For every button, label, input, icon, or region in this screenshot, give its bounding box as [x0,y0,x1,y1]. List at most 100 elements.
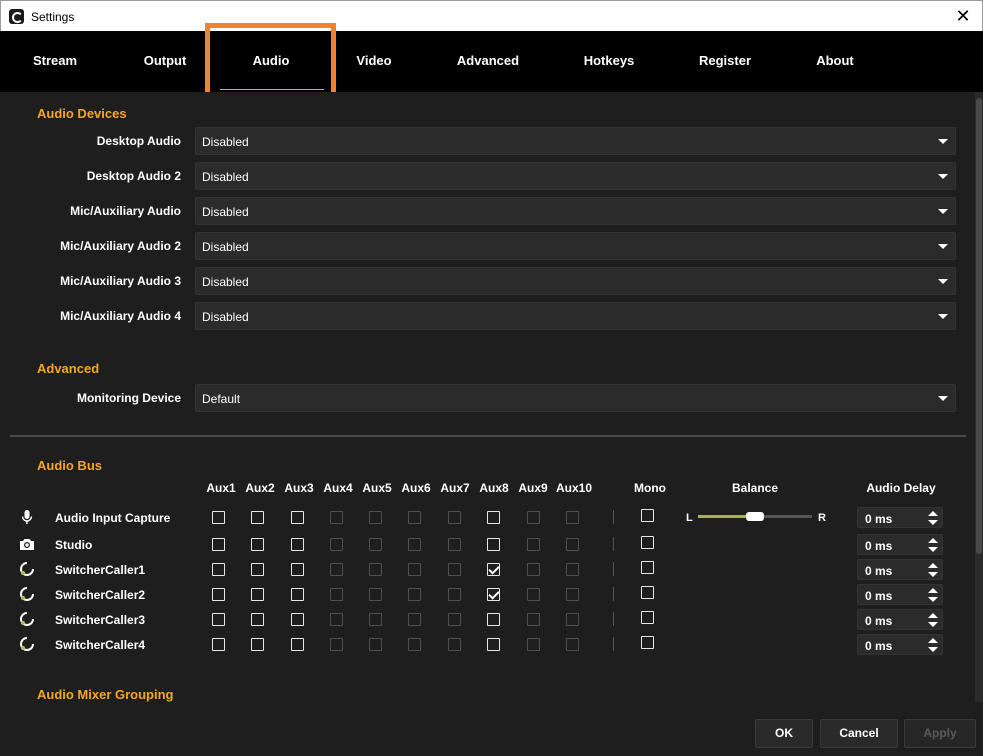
aux7-checkbox[interactable] [448,613,461,626]
aux4-checkbox[interactable] [330,563,343,576]
desktop-audio-2-select[interactable]: Disabled [195,162,956,190]
aux1-checkbox[interactable] [212,538,225,551]
balance-slider-handle[interactable] [746,512,764,521]
aux4-checkbox[interactable] [330,511,343,524]
mic-aux-audio-2-select[interactable]: Disabled [195,232,956,260]
aux5-checkbox[interactable] [369,588,382,601]
vertical-scrollbar[interactable] [975,92,983,702]
audio-delay-spinbox[interactable]: 0 ms [857,609,943,630]
chevron-up-icon[interactable] [928,638,938,643]
aux6-checkbox[interactable] [408,588,421,601]
mono-checkbox[interactable] [641,611,654,624]
chevron-up-icon[interactable] [928,511,938,516]
aux8-checkbox[interactable] [487,511,500,524]
tab-output[interactable]: Output [125,31,205,92]
aux3-checkbox[interactable] [291,563,304,576]
aux8-checkbox[interactable] [487,638,500,651]
close-icon[interactable]: ✕ [952,5,974,27]
audio-delay-spinbox[interactable]: 0 ms [857,507,943,528]
tab-register[interactable]: Register [680,31,770,92]
mic-aux-audio-select[interactable]: Disabled [195,197,956,225]
tab-stream[interactable]: Stream [15,31,95,92]
aux5-checkbox[interactable] [369,511,382,524]
aux9-checkbox[interactable] [527,638,540,651]
chevron-up-icon[interactable] [928,538,938,543]
aux2-checkbox[interactable] [251,638,264,651]
aux3-checkbox[interactable] [291,588,304,601]
audio-delay-spinbox[interactable]: 0 ms [857,534,943,555]
aux6-checkbox[interactable] [408,563,421,576]
chevron-down-icon[interactable] [928,597,938,602]
desktop-audio-select[interactable]: Disabled [195,127,956,155]
mono-checkbox[interactable] [641,561,654,574]
aux2-checkbox[interactable] [251,588,264,601]
aux1-checkbox[interactable] [212,588,225,601]
aux10-checkbox[interactable] [566,638,579,651]
aux6-checkbox[interactable] [408,511,421,524]
aux4-checkbox[interactable] [330,538,343,551]
chevron-down-icon[interactable] [928,622,938,627]
aux4-checkbox[interactable] [330,588,343,601]
mono-checkbox[interactable] [641,586,654,599]
aux10-checkbox[interactable] [566,613,579,626]
aux7-checkbox[interactable] [448,638,461,651]
aux9-checkbox[interactable] [527,588,540,601]
aux7-checkbox[interactable] [448,588,461,601]
aux6-checkbox[interactable] [408,538,421,551]
monitoring-device-select[interactable]: Default [195,384,956,412]
aux5-checkbox[interactable] [369,613,382,626]
aux8-checkbox[interactable] [487,538,500,551]
chevron-down-icon[interactable] [928,547,938,552]
aux1-checkbox[interactable] [212,563,225,576]
aux2-checkbox[interactable] [251,538,264,551]
chevron-down-icon[interactable] [928,572,938,577]
aux8-checkbox[interactable] [487,613,500,626]
aux1-checkbox[interactable] [212,613,225,626]
aux10-checkbox[interactable] [566,588,579,601]
aux10-checkbox[interactable] [566,563,579,576]
aux2-checkbox[interactable] [251,613,264,626]
aux4-checkbox[interactable] [330,613,343,626]
chevron-up-icon[interactable] [928,588,938,593]
aux5-checkbox[interactable] [369,638,382,651]
chevron-down-icon[interactable] [928,647,938,652]
tab-audio[interactable]: Audio [231,31,311,92]
aux3-checkbox[interactable] [291,538,304,551]
aux9-checkbox[interactable] [527,511,540,524]
cancel-button[interactable]: Cancel [820,719,898,748]
audio-delay-spinbox[interactable]: 0 ms [857,559,943,580]
aux3-checkbox[interactable] [291,613,304,626]
chevron-up-icon[interactable] [928,613,938,618]
aux5-checkbox[interactable] [369,563,382,576]
aux7-checkbox[interactable] [448,511,461,524]
aux3-checkbox[interactable] [291,638,304,651]
aux9-checkbox[interactable] [527,538,540,551]
tab-advanced[interactable]: Advanced [443,31,533,92]
aux10-checkbox[interactable] [566,511,579,524]
aux1-checkbox[interactable] [212,638,225,651]
tab-video[interactable]: Video [334,31,414,92]
aux8-checkbox[interactable] [487,588,500,601]
mono-checkbox[interactable] [641,636,654,649]
mono-checkbox[interactable] [641,509,654,522]
tab-hotkeys[interactable]: Hotkeys [564,31,654,92]
audio-delay-spinbox[interactable]: 0 ms [857,584,943,605]
aux9-checkbox[interactable] [527,563,540,576]
aux5-checkbox[interactable] [369,538,382,551]
aux2-checkbox[interactable] [251,511,264,524]
mic-aux-audio-4-select[interactable]: Disabled [195,302,956,330]
aux6-checkbox[interactable] [408,638,421,651]
aux8-checkbox[interactable] [487,563,500,576]
scrollbar-thumb[interactable] [976,98,982,554]
aux9-checkbox[interactable] [527,613,540,626]
mono-checkbox[interactable] [641,536,654,549]
aux6-checkbox[interactable] [408,613,421,626]
tab-about[interactable]: About [795,31,875,92]
aux3-checkbox[interactable] [291,511,304,524]
chevron-up-icon[interactable] [928,563,938,568]
aux2-checkbox[interactable] [251,563,264,576]
apply-button[interactable]: Apply [904,719,976,748]
mic-aux-audio-3-select[interactable]: Disabled [195,267,956,295]
ok-button[interactable]: OK [755,719,813,748]
aux1-checkbox[interactable] [212,511,225,524]
